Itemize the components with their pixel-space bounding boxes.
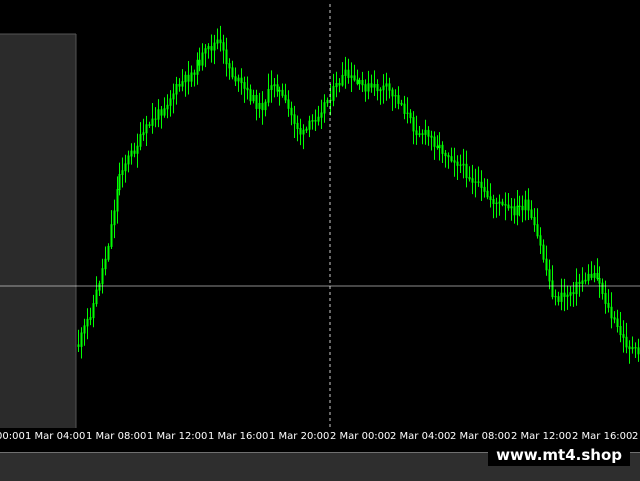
time-tick-label: 1 Mar 20:00 xyxy=(269,431,330,442)
time-tick-label: 2 xyxy=(632,431,639,442)
watermark-label: www.mt4.shop xyxy=(488,444,630,466)
time-tick-label: 1 Mar 04:00 xyxy=(25,431,86,442)
time-tick-label: 2 Mar 12:00 xyxy=(511,431,572,442)
time-tick-label: 1 Mar 08:00 xyxy=(86,431,147,442)
shaded-history-region xyxy=(0,34,76,428)
time-tick-label: 00:00 xyxy=(0,431,25,442)
time-tick-label: 2 Mar 16:00 xyxy=(572,431,633,442)
time-tick-label: 1 Mar 16:00 xyxy=(208,431,269,442)
candles-layer xyxy=(77,25,640,364)
chart-window[interactable]: 00:00 1 Mar 04:00 1 Mar 08:00 1 Mar 12:0… xyxy=(0,0,640,481)
time-tick-label: 2 Mar 04:00 xyxy=(390,431,451,442)
time-tick-label: 2 Mar 08:00 xyxy=(450,431,511,442)
price-chart[interactable] xyxy=(0,0,640,428)
time-tick-label: 2 Mar 00:00 xyxy=(330,431,391,442)
time-tick-label: 1 Mar 12:00 xyxy=(147,431,208,442)
